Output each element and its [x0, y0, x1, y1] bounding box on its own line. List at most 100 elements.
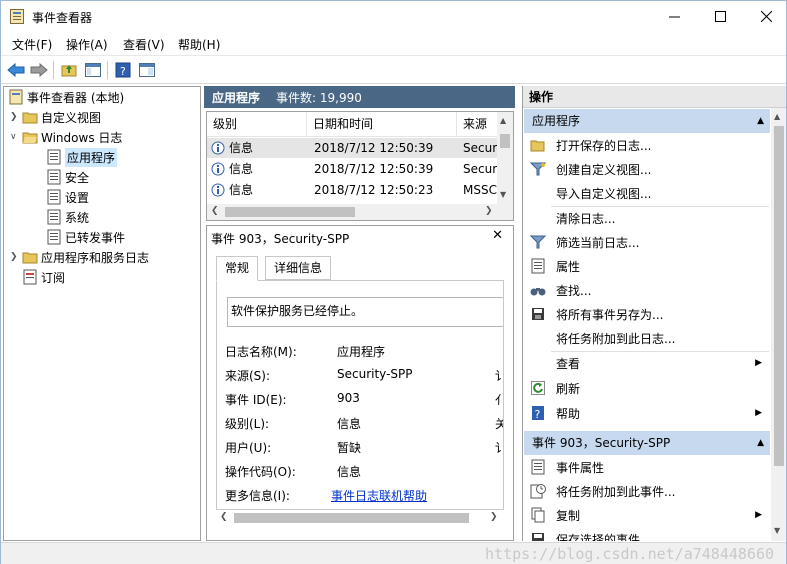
action-refresh[interactable]: 刷新: [524, 376, 770, 400]
online-help-link[interactable]: 事件日志联机帮助: [331, 487, 427, 504]
show-hide-tree-button[interactable]: [83, 60, 103, 80]
toolbar: ?: [1, 55, 786, 84]
tree-item-system[interactable]: 系统: [46, 207, 89, 227]
close-icon: [760, 11, 772, 22]
menu-help[interactable]: 帮助(H): [178, 36, 220, 53]
save-icon: [530, 306, 546, 322]
folder-open-icon: [22, 132, 38, 144]
action-copy[interactable]: 复制 ▶: [524, 503, 770, 527]
table-row[interactable]: 信息 2018/7/12 12:50:39 Secur: [207, 138, 499, 158]
tree-item-setup[interactable]: 设置: [46, 187, 89, 207]
scroll-right-icon[interactable]: ❯: [485, 206, 493, 216]
scroll-down-icon[interactable]: ▼: [774, 526, 780, 535]
actions-group-event[interactable]: 事件 903，Security-SPP ▲: [524, 431, 770, 455]
collapse-arrow-icon[interactable]: ∨: [10, 132, 22, 142]
event-description[interactable]: 软件保护服务已经停止。: [227, 297, 503, 327]
column-header-source[interactable]: 来源: [457, 112, 499, 137]
menu-file[interactable]: 文件(F): [12, 36, 52, 53]
action-create-custom-view[interactable]: 创建自定义视图...: [524, 157, 770, 181]
expand-arrow-icon[interactable]: ❯: [10, 252, 22, 262]
action-event-properties[interactable]: 事件属性: [524, 455, 770, 479]
subscription-icon: [23, 269, 37, 285]
field-extra: 关: [495, 415, 503, 432]
event-count: 事件数: 19,990: [276, 90, 362, 105]
field-value[interactable]: 信息: [337, 415, 361, 432]
action-import-custom-view[interactable]: 导入自定义视图...: [524, 181, 770, 205]
field-label: 用户(U):: [225, 441, 272, 455]
action-save-selected-events[interactable]: 保存选择的事件...: [524, 527, 770, 541]
tree-item-subscriptions[interactable]: 订阅: [22, 267, 65, 287]
scroll-down-icon[interactable]: ▼: [500, 190, 506, 199]
menu-view[interactable]: 查看(V): [123, 36, 165, 53]
table-row[interactable]: 信息 2018/7/12 12:50:39 Secur: [207, 159, 499, 179]
cell-datetime: 2018/7/12 12:50:39: [314, 141, 434, 155]
tree-item-security[interactable]: 安全: [46, 167, 89, 187]
scroll-left-icon[interactable]: ❮: [211, 206, 219, 216]
scroll-up-icon[interactable]: ▲: [774, 112, 780, 121]
field-value[interactable]: 应用程序: [337, 343, 385, 360]
action-attach-task-to-event[interactable]: 将任务附加到此事件...: [524, 479, 770, 503]
field-value[interactable]: 暂缺: [337, 439, 361, 456]
minimize-button[interactable]: [651, 1, 697, 32]
submenu-arrow-icon: ▶: [755, 408, 762, 418]
actions-vertical-scrollbar[interactable]: ▲ ▼: [771, 108, 786, 541]
table-row[interactable]: 信息 2018/7/12 12:50:23 MSSC: [207, 180, 499, 200]
detail-horizontal-scrollbar[interactable]: ❮ ❯: [216, 510, 504, 526]
action-clear-log[interactable]: 清除日志...: [524, 206, 770, 230]
event-viewer-icon: [9, 89, 23, 105]
field-value[interactable]: 信息: [337, 463, 361, 480]
table-vertical-scrollbar[interactable]: ▲ ▼: [497, 112, 513, 204]
cell-datetime: 2018/7/12 12:50:23: [314, 183, 434, 197]
field-value[interactable]: 903: [337, 391, 360, 405]
tree-item-app-service-logs[interactable]: ❯ 应用程序和服务日志: [10, 247, 149, 267]
maximize-button[interactable]: [697, 1, 743, 32]
tree-item-custom-views[interactable]: ❯ 自定义视图: [10, 107, 101, 127]
column-header-datetime[interactable]: 日期和时间: [307, 112, 457, 137]
action-open-saved-log[interactable]: 打开保存的日志...: [524, 133, 770, 157]
action-filter-current-log[interactable]: 筛选当前日志...: [524, 230, 770, 254]
scroll-up-icon[interactable]: ▲: [500, 116, 506, 125]
table-horizontal-scrollbar[interactable]: ❮ ❯: [207, 204, 513, 220]
action-label: 查看: [556, 356, 581, 371]
column-header-level[interactable]: 级别: [207, 112, 307, 137]
back-button[interactable]: [6, 60, 26, 80]
collapse-caret-icon[interactable]: ▲: [757, 109, 764, 133]
tab-details[interactable]: 详细信息: [265, 256, 332, 280]
action-view[interactable]: 查看 ▶: [524, 351, 770, 375]
action-help[interactable]: ? 帮助 ▶: [524, 401, 770, 425]
action-save-all-events[interactable]: 将所有事件另存为...: [524, 302, 770, 326]
tree-item-application[interactable]: 应用程序: [46, 147, 118, 167]
scroll-thumb[interactable]: [774, 126, 784, 466]
tree-item-forwarded-events[interactable]: 已转发事件: [46, 227, 125, 247]
action-properties[interactable]: 属性: [524, 254, 770, 278]
expand-arrow-icon[interactable]: ❯: [10, 112, 22, 122]
forward-button[interactable]: [29, 60, 49, 80]
field-value[interactable]: Security-SPP: [337, 367, 413, 381]
back-arrow-icon: [7, 63, 25, 77]
scroll-right-icon[interactable]: ❯: [490, 512, 498, 522]
tree-item-windows-logs[interactable]: ∨ Windows 日志: [10, 127, 122, 147]
actions-pane: 操作 应用程序 ▲ 打开保存的日志... 创建自定义视图... 导入自定义视图.…: [522, 86, 786, 541]
action-find[interactable]: 查找...: [524, 278, 770, 302]
tree-item-root[interactable]: 事件查看器 (本地): [8, 87, 124, 107]
collapse-caret-icon[interactable]: ▲: [757, 431, 764, 455]
action-label: 筛选当前日志...: [556, 235, 640, 250]
scroll-left-icon[interactable]: ❮: [220, 512, 228, 522]
scroll-thumb[interactable]: [234, 513, 469, 523]
scroll-thumb[interactable]: [225, 207, 355, 217]
cell-datetime: 2018/7/12 12:50:39: [314, 162, 434, 176]
menu-action[interactable]: 操作(A): [66, 36, 108, 53]
close-button[interactable]: [743, 1, 787, 32]
event-detail-panel: 事件 903，Security-SPP ✕ 常规 详细信息 软件保护服务已经停止…: [206, 225, 514, 541]
tab-general[interactable]: 常规: [216, 256, 259, 281]
log-icon: [47, 169, 61, 185]
close-detail-icon[interactable]: ✕: [492, 228, 503, 243]
help-toolbar-button[interactable]: ?: [113, 60, 133, 80]
info-icon: [211, 162, 225, 176]
action-attach-task-to-log[interactable]: 将任务附加到此日志...: [524, 326, 770, 350]
tree-label-app-service-logs: 应用程序和服务日志: [41, 250, 150, 265]
up-level-button[interactable]: [59, 60, 79, 80]
show-action-pane-button[interactable]: [137, 60, 157, 80]
actions-group-log[interactable]: 应用程序 ▲: [524, 109, 770, 133]
scroll-thumb[interactable]: [500, 134, 510, 148]
